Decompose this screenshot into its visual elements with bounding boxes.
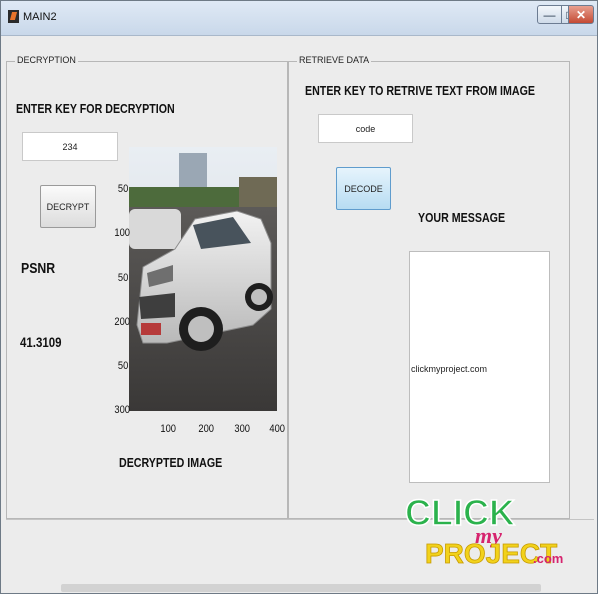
y-tick-200: 200 — [114, 316, 130, 328]
decryption-key-field[interactable]: 234 — [22, 132, 118, 161]
y-tick-50-b: 50 — [117, 272, 129, 284]
window-title: MAIN2 — [23, 11, 57, 23]
decrypt-button[interactable]: DECRYPT — [40, 185, 96, 228]
decrypted-image-axes — [129, 147, 277, 411]
message-text: clickmyproject.com — [411, 364, 488, 374]
svg-text:.com: .com — [533, 551, 563, 566]
message-output-box[interactable]: clickmyproject.com — [409, 251, 550, 483]
decode-button[interactable]: DECODE — [336, 167, 391, 210]
retrieve-key-label: ENTER KEY TO RETRIVE TEXT FROM IMAGE — [305, 83, 536, 98]
psnr-label: PSNR — [21, 260, 56, 277]
y-tick-50-a: 50 — [117, 183, 129, 195]
clickmyproject-logo-art: CLICK my PROJECT .com — [404, 491, 563, 569]
x-tick-100: 100 — [160, 423, 176, 435]
decryption-key-label: ENTER KEY FOR DECRYPTION — [16, 101, 175, 116]
y-tick-100: 100 — [114, 227, 130, 239]
decrypted-image-caption: DECRYPTED IMAGE — [119, 455, 223, 470]
retrieve-key-field[interactable]: code — [318, 114, 413, 143]
horizontal-scrollbar[interactable] — [61, 584, 541, 592]
x-tick-400: 400 — [269, 423, 285, 435]
minimize-button[interactable]: — — [537, 5, 562, 24]
clickmyproject-logo: CLICK my PROJECT .com — [403, 489, 573, 579]
matlab-figure-window: MAIN2 — □ ✕ DECRYPTION RETRIEVE DATA ENT… — [0, 0, 598, 594]
y-tick-50-c: 50 — [117, 360, 129, 372]
x-tick-200: 200 — [198, 423, 214, 435]
y-tick-300: 300 — [114, 404, 130, 416]
psnr-value: 41.3109 — [20, 334, 62, 350]
retrieve-panel-title: RETRIEVE DATA — [297, 55, 372, 65]
x-tick-300: 300 — [234, 423, 250, 435]
matlab-app-icon — [8, 10, 19, 23]
decrypted-car-image — [129, 147, 277, 411]
close-button[interactable]: ✕ — [568, 5, 594, 24]
your-message-label: YOUR MESSAGE — [418, 210, 506, 225]
title-bar[interactable]: MAIN2 — □ ✕ — [1, 1, 597, 36]
decryption-panel-title: DECRYPTION — [15, 55, 78, 65]
